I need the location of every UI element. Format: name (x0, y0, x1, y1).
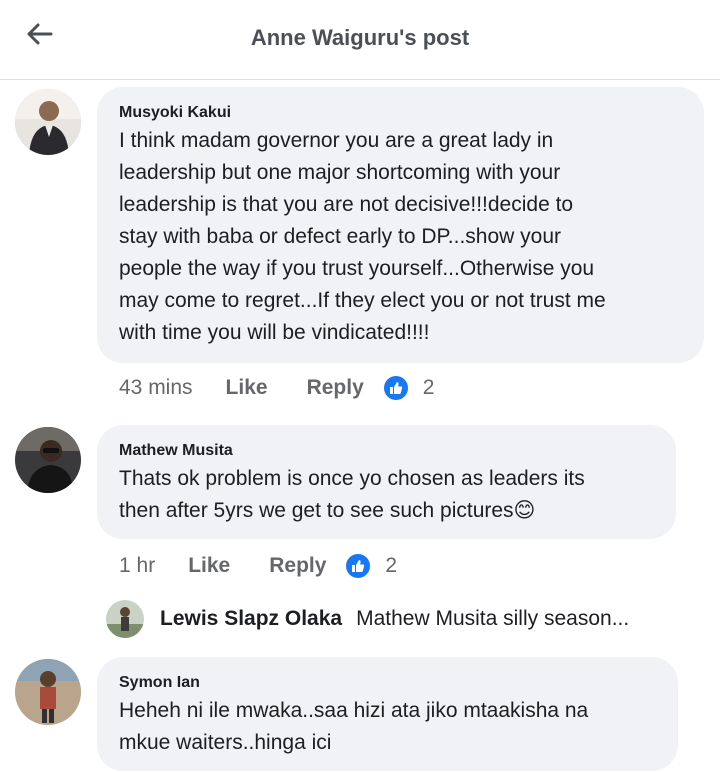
comment-text: I think madam governor you are a great l… (119, 129, 606, 344)
avatar[interactable] (106, 600, 144, 638)
comment-timestamp[interactable]: 1 hr (119, 554, 155, 578)
thumbs-up-icon[interactable] (346, 554, 371, 578)
like-button[interactable]: Like (226, 376, 268, 400)
comment-bubble[interactable]: Mathew Musita Thats ok problem is once y… (97, 425, 676, 539)
avatar[interactable] (15, 427, 81, 493)
comment-actions: 1 hr Like Reply 2 (119, 551, 397, 581)
thumbs-up-icon[interactable] (383, 376, 408, 400)
top-bar: Anne Waiguru's post (0, 0, 720, 80)
reaction-count[interactable]: 2 (385, 554, 397, 578)
comment-author[interactable]: Musyoki Kakui (119, 103, 684, 123)
reply-button[interactable]: Reply (307, 376, 364, 400)
page-title: Anne Waiguru's post (250, 25, 470, 50)
reply-snippet: Mathew Musita silly season... (356, 607, 630, 630)
comment-timestamp[interactable]: 43 mins (119, 376, 193, 400)
comment-author[interactable]: Symon Ian (119, 673, 658, 693)
comment-bubble[interactable]: Musyoki Kakui I think madam governor you… (97, 87, 704, 363)
reply-button[interactable]: Reply (269, 554, 326, 578)
comment-text: Thats ok problem is once yo chosen as le… (119, 467, 585, 522)
avatar[interactable] (15, 659, 81, 725)
reply-author[interactable]: Lewis Slapz Olaka (160, 607, 342, 631)
comment-text: Heheh ni ile mwaka..saa hizi ata jiko mt… (119, 699, 589, 754)
comment-actions: 43 mins Like Reply 2 (119, 373, 434, 403)
avatar[interactable] (15, 89, 81, 155)
comment-author[interactable]: Mathew Musita (119, 441, 656, 461)
reply-preview[interactable]: Lewis Slapz Olaka Mathew Musita silly se… (106, 597, 706, 641)
comment-bubble[interactable]: Symon Ian Heheh ni ile mwaka..saa hizi a… (97, 657, 678, 771)
reaction-count[interactable]: 2 (423, 376, 435, 400)
like-button[interactable]: Like (188, 554, 230, 578)
